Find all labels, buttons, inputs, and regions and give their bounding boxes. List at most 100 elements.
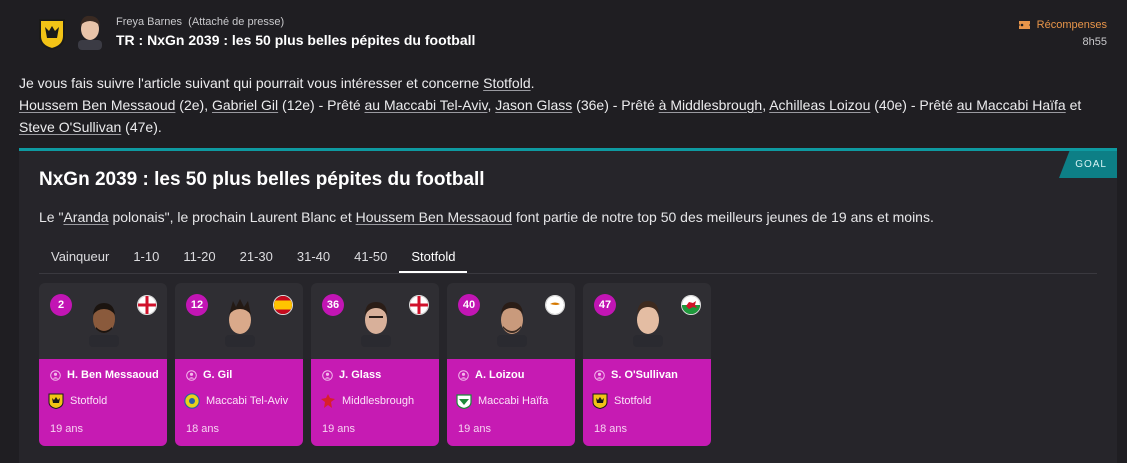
player-link[interactable]: Aranda: [63, 209, 108, 225]
player-name[interactable]: H. Ben Messaoud: [67, 369, 159, 381]
card-header: 40: [447, 283, 575, 359]
player-link[interactable]: Gabriel Gil: [212, 97, 278, 113]
tabs-divider: [39, 273, 1097, 274]
sender-line: Freya Barnes (Attaché de presse): [116, 16, 284, 28]
player-name[interactable]: A. Loizou: [475, 369, 525, 381]
player-club[interactable]: Maccabi Tel-Aviv: [206, 395, 288, 407]
player-name-row: J. Glass: [322, 369, 381, 381]
person-icon: [186, 369, 197, 381]
club-link[interactable]: au Maccabi Tel-Aviv: [365, 97, 488, 113]
wales-flag-icon: [681, 295, 701, 315]
card-header: 12: [175, 283, 303, 359]
intro-line: Je vous fais suivre l'article suivant qu…: [19, 75, 535, 91]
player-card[interactable]: 47 S. O'Sullivan Stotfold 18 ans: [583, 283, 711, 446]
tab-41-50[interactable]: 41-50: [342, 241, 399, 273]
ticket-icon: [1018, 21, 1030, 29]
player-face: [225, 299, 255, 347]
player-age: 19 ans: [50, 423, 84, 435]
source-tag: GOAL: [1059, 151, 1117, 178]
players-line: Houssem Ben Messaoud (2e), Gabriel Gil (…: [19, 97, 1082, 135]
player-club[interactable]: Maccabi Haïfa: [478, 395, 548, 407]
tab-stotfold[interactable]: Stotfold: [399, 241, 468, 273]
person-icon: [594, 369, 605, 381]
card-info: J. Glass Middlesbrough 19 ans: [311, 359, 439, 446]
club-link[interactable]: au Maccabi Haïfa: [957, 97, 1066, 113]
sender-role: (Attaché de presse): [188, 16, 285, 28]
person-icon: [322, 369, 333, 381]
tab-1-10[interactable]: 1-10: [121, 241, 171, 273]
spain-flag-icon: [273, 295, 293, 315]
player-card[interactable]: 2 H. Ben Messaoud Stotfold 19 ans: [39, 283, 167, 446]
player-card[interactable]: 40 A. Loizou Maccabi Haïfa 19 ans: [447, 283, 575, 446]
article-panel: GOAL NxGn 2039 : les 50 plus belles pépi…: [19, 148, 1117, 463]
rank-badge: 12: [186, 294, 208, 316]
article-title: NxGn 2039 : les 50 plus belles pépites d…: [39, 169, 485, 190]
player-age: 19 ans: [322, 423, 356, 435]
rewards-label: Récompenses: [1036, 19, 1107, 31]
player-age: 19 ans: [458, 423, 492, 435]
middlesbrough-badge-icon: [321, 394, 335, 408]
player-card[interactable]: 36 J. Glass Middlesbrough 19 ans: [311, 283, 439, 446]
player-club[interactable]: Stotfold: [614, 395, 651, 407]
rewards-button[interactable]: Récompenses: [1018, 19, 1107, 31]
tab-31-40[interactable]: 31-40: [285, 241, 342, 273]
maccabi-tel-aviv-badge-icon: [184, 393, 200, 409]
message-subject: TR : NxGn 2039 : les 50 plus belles pépi…: [116, 32, 476, 48]
player-card[interactable]: 12 G. Gil Maccabi Tel-Aviv 18 ans: [175, 283, 303, 446]
tab-21-30[interactable]: 21-30: [228, 241, 285, 273]
player-face: [497, 302, 527, 347]
player-cards: 2 H. Ben Messaoud Stotfold 19 ans 12 G. …: [39, 283, 711, 446]
cyprus-flag-icon: [545, 295, 565, 315]
player-name-row: H. Ben Messaoud: [50, 369, 159, 381]
card-info: G. Gil Maccabi Tel-Aviv 18 ans: [175, 359, 303, 446]
article-description: Le "Aranda polonais", le prochain Lauren…: [39, 209, 934, 225]
player-link[interactable]: Steve O'Sullivan: [19, 119, 121, 135]
rank-badge: 40: [458, 294, 480, 316]
tab-winner[interactable]: Vainqueur: [39, 241, 121, 273]
player-club[interactable]: Stotfold: [70, 395, 107, 407]
sender-name[interactable]: Freya Barnes: [116, 16, 182, 28]
england-flag-icon: [409, 295, 429, 315]
player-age: 18 ans: [186, 423, 220, 435]
rank-badge: 47: [594, 294, 616, 316]
sender-avatar[interactable]: [74, 12, 106, 50]
player-club-row: Stotfold: [592, 393, 651, 409]
club-link[interactable]: à Middlesbrough: [659, 97, 763, 113]
player-name[interactable]: S. O'Sullivan: [611, 369, 678, 381]
player-name-row: G. Gil: [186, 369, 232, 381]
card-header: 2: [39, 283, 167, 359]
player-link[interactable]: Houssem Ben Messaoud: [356, 209, 512, 225]
message-header: Freya Barnes (Attaché de presse) TR : Nx…: [0, 0, 1127, 62]
person-icon: [50, 369, 61, 381]
card-info: H. Ben Messaoud Stotfold 19 ans: [39, 359, 167, 446]
player-name-row: A. Loizou: [458, 369, 525, 381]
stotfold-badge-icon: [592, 393, 608, 409]
club-crest-icon[interactable]: [38, 18, 66, 50]
player-face: [89, 303, 119, 347]
rank-badge: 36: [322, 294, 344, 316]
person-icon: [458, 369, 469, 381]
player-club-row: Middlesbrough: [320, 393, 414, 409]
england-flag-icon: [137, 295, 157, 315]
tab-11-20[interactable]: 11-20: [171, 241, 227, 273]
player-link[interactable]: Jason Glass: [495, 97, 572, 113]
player-club[interactable]: Middlesbrough: [342, 395, 414, 407]
club-link[interactable]: Stotfold: [483, 75, 530, 91]
player-name-row: S. O'Sullivan: [594, 369, 678, 381]
player-face: [633, 301, 663, 347]
message-body: Je vous fais suivre l'article suivant qu…: [19, 72, 1109, 138]
player-link[interactable]: Achilleas Loizou: [769, 97, 870, 113]
player-link[interactable]: Houssem Ben Messaoud: [19, 97, 175, 113]
card-info: A. Loizou Maccabi Haïfa 19 ans: [447, 359, 575, 446]
player-club-row: Stotfold: [48, 393, 107, 409]
player-name[interactable]: J. Glass: [339, 369, 381, 381]
message-time: 8h55: [1082, 36, 1107, 48]
rank-badge: 2: [50, 294, 72, 316]
player-club-row: Maccabi Tel-Aviv: [184, 393, 288, 409]
card-header: 47: [583, 283, 711, 359]
card-info: S. O'Sullivan Stotfold 18 ans: [583, 359, 711, 446]
article-tabs: Vainqueur 1-10 11-20 21-30 31-40 41-50 S…: [39, 241, 468, 273]
player-face: [361, 302, 391, 347]
player-name[interactable]: G. Gil: [203, 369, 232, 381]
maccabi-haifa-badge-icon: [456, 394, 472, 409]
